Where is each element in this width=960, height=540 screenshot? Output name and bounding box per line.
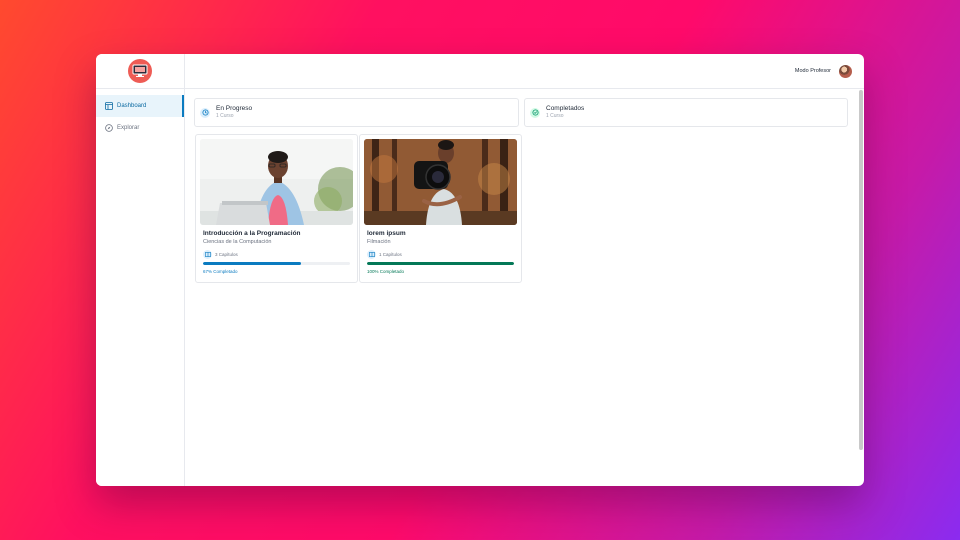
completed-card: Completados 1 Curso — [524, 98, 848, 127]
stat-title: En Progreso — [216, 105, 253, 112]
chapters-count: 1 Capítulos — [367, 250, 402, 259]
compass-icon — [105, 124, 113, 132]
book-icon — [367, 250, 376, 259]
course-title[interactable]: Introducción a la Programación — [203, 230, 301, 237]
stat-subtitle: 1 Curso — [546, 113, 564, 119]
layout-icon — [105, 102, 113, 110]
course-card[interactable]: lorem ipsum Filmación 1 Capítulos 100% C… — [359, 134, 522, 283]
course-card[interactable]: Introducción a la Programación Ciencias … — [195, 134, 358, 283]
progress-fill — [203, 262, 302, 265]
teacher-mode-button[interactable]: Modo Profesor — [795, 68, 831, 74]
course-title[interactable]: lorem ipsum — [367, 230, 406, 237]
sidebar: Dashboard Explorar — [96, 54, 185, 486]
progress-bar — [367, 262, 514, 265]
check-circle-icon — [530, 107, 540, 118]
sidebar-item-dashboard[interactable]: Dashboard — [96, 95, 184, 117]
clock-icon — [200, 107, 210, 118]
chapters-label: 3 Capítulos — [215, 252, 238, 257]
top-bar: Modo Profesor — [185, 54, 864, 89]
course-category: Filmación — [367, 239, 391, 245]
progress-text: 67% Completado — [203, 269, 238, 274]
stat-subtitle: 1 Curso — [216, 113, 234, 119]
sidebar-item-explorar[interactable]: Explorar — [96, 117, 184, 139]
chapters-label: 1 Capítulos — [379, 252, 402, 257]
scrollbar[interactable] — [859, 90, 863, 450]
in-progress-card: En Progreso 1 Curso — [194, 98, 519, 127]
progress-fill — [367, 262, 514, 265]
progress-bar — [203, 262, 350, 265]
logo-area — [96, 54, 184, 89]
sidebar-item-label: Dashboard — [117, 103, 147, 109]
app-window: Dashboard Explorar Modo Profesor En Prog… — [96, 54, 864, 486]
progress-text: 100% Completado — [367, 269, 405, 274]
monitor-logo-icon[interactable] — [128, 59, 152, 83]
sidebar-item-label: Explorar — [117, 125, 140, 131]
chapters-count: 3 Capítulos — [203, 250, 238, 259]
stat-title: Completados — [546, 105, 585, 112]
course-category: Ciencias de la Computación — [203, 239, 272, 245]
avatar[interactable] — [839, 64, 852, 78]
course-thumbnail[interactable] — [364, 139, 517, 225]
course-thumbnail[interactable] — [200, 139, 353, 225]
book-icon — [203, 250, 212, 259]
